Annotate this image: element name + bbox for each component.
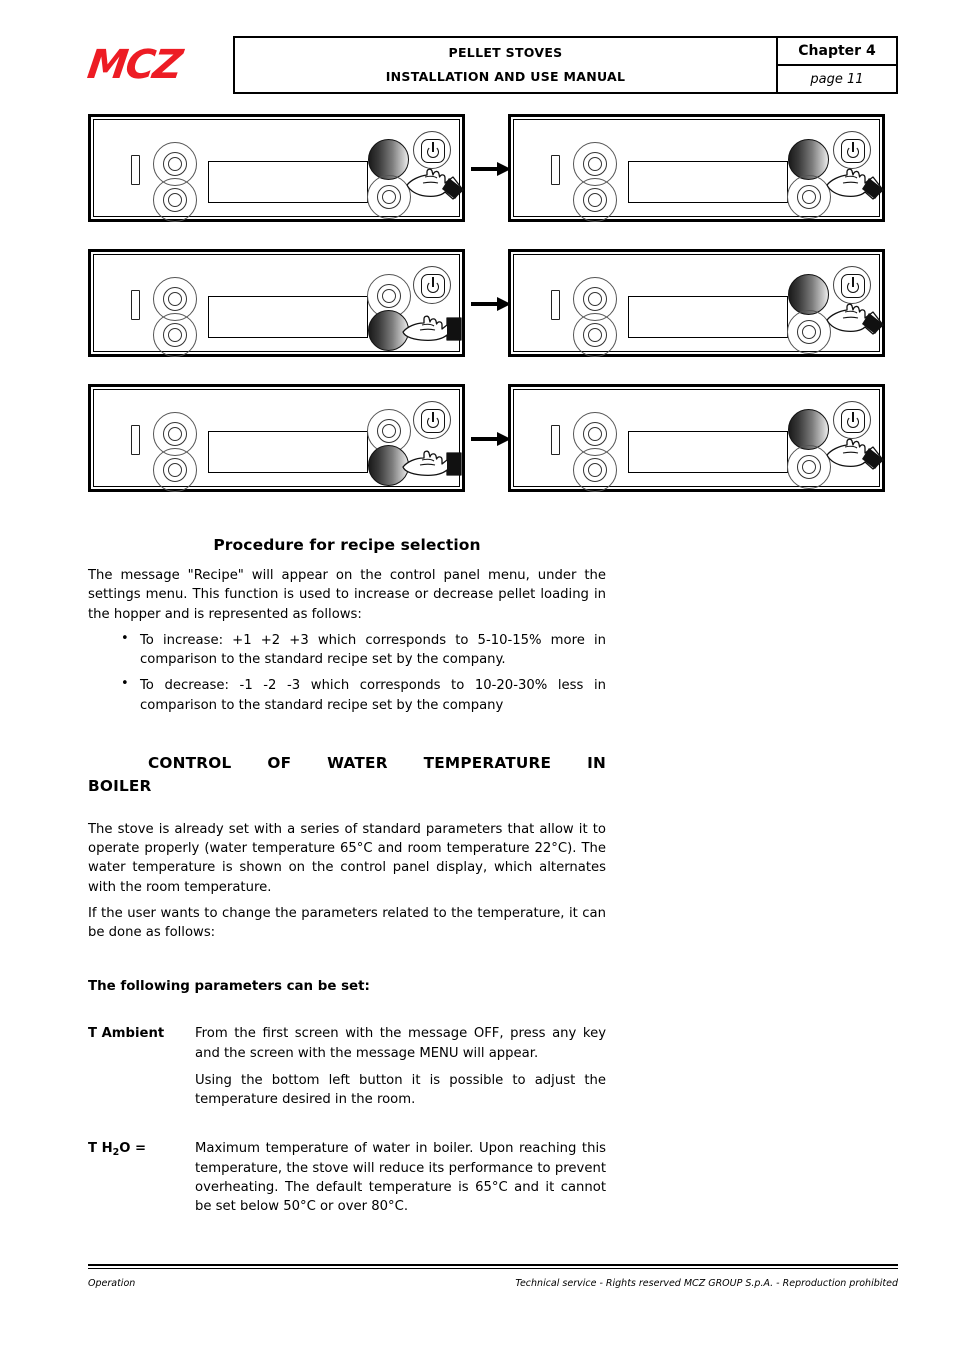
boiler-paragraph-2: If the user wants to change the paramete… <box>88 905 606 941</box>
parameter-line: Maximum temperature of water in boiler. … <box>195 1141 606 1215</box>
panel-display <box>208 296 368 338</box>
parameter-line: From the first screen with the message O… <box>195 1026 606 1061</box>
pointing-hand-icon <box>823 435 885 473</box>
control-panel <box>88 114 465 222</box>
list-item: To increase: +1 +2 +3 which corresponds … <box>121 630 606 670</box>
status-led-icon <box>551 155 560 185</box>
power-button-icon[interactable] <box>413 131 451 169</box>
pointing-hand-icon <box>823 165 885 203</box>
power-button-icon[interactable] <box>833 401 871 439</box>
parameter-row-t-h2o: T H2O = Maximum temperature of water in … <box>88 1139 606 1216</box>
document-page: MCZ PELLET STOVES INSTALLATION AND USE M… <box>0 0 954 1350</box>
header-titles: PELLET STOVES INSTALLATION AND USE MANUA… <box>235 38 776 92</box>
parameter-term-main: T H <box>88 1141 113 1157</box>
parameter-term-suffix: O = <box>119 1141 147 1157</box>
left-lower-button[interactable] <box>153 313 197 357</box>
list-item: To decrease: -1 -2 -3 which corresponds … <box>121 675 606 715</box>
recipe-heading: Procedure for recipe selection <box>213 536 481 554</box>
control-panel-diagrams <box>88 112 898 517</box>
panel-display <box>628 431 788 473</box>
parameter-term-subscript: 2 <box>112 1147 120 1159</box>
left-lower-button[interactable] <box>153 448 197 492</box>
panel-display <box>628 296 788 338</box>
left-lower-button[interactable] <box>573 448 617 492</box>
left-lower-button[interactable] <box>153 178 197 222</box>
control-panel <box>88 249 465 357</box>
boiler-heading-word: CONTROL <box>148 753 232 772</box>
recipe-intro: The message "Recipe" will appear on the … <box>88 568 606 622</box>
header-table: PELLET STOVES INSTALLATION AND USE MANUA… <box>233 36 898 94</box>
parameter-term: T Ambient <box>88 1026 165 1042</box>
left-lower-button[interactable] <box>573 178 617 222</box>
pointing-hand-icon <box>401 443 463 481</box>
boiler-heading: CONTROL OF WATER TEMPERATURE IN BOILER <box>88 752 606 798</box>
page-number: page 11 <box>810 71 864 87</box>
boiler-heading-word: TEMPERATURE <box>423 753 552 772</box>
power-button-icon[interactable] <box>833 266 871 304</box>
page-header: MCZ PELLET STOVES INSTALLATION AND USE M… <box>84 36 898 94</box>
pointing-hand-icon <box>403 165 465 203</box>
document-body: Procedure for recipe selection The messa… <box>88 536 606 1216</box>
boiler-paragraph-1: The stove is already set with a series o… <box>88 821 606 895</box>
diagram-row-1 <box>88 112 898 247</box>
right-arrow-icon <box>471 162 511 176</box>
recipe-bullet-list: To increase: +1 +2 +3 which corresponds … <box>88 630 606 715</box>
power-button-icon[interactable] <box>413 401 451 439</box>
boiler-heading-word: OF <box>267 753 292 772</box>
parameter-row-t-ambient: T Ambient From the first screen with the… <box>88 1024 606 1109</box>
status-led-icon <box>551 290 560 320</box>
panel-display <box>208 431 368 473</box>
control-panel <box>508 249 885 357</box>
control-panel <box>508 114 885 222</box>
status-led-icon <box>551 425 560 455</box>
header-title-line2: INSTALLATION AND USE MANUAL <box>385 69 626 84</box>
footer-right-text: Technical service - Rights reserved MCZ … <box>515 1278 898 1289</box>
status-led-icon <box>131 290 140 320</box>
header-side: Chapter 4 page 11 <box>776 38 896 92</box>
pointing-hand-icon <box>823 300 885 338</box>
parameter-line: Using the bottom left button it is possi… <box>195 1072 606 1108</box>
parameter-definition: Maximum temperature of water in boiler. … <box>195 1139 606 1216</box>
left-lower-button[interactable] <box>573 313 617 357</box>
mcz-logo: MCZ <box>84 42 184 88</box>
diagram-row-3 <box>88 382 898 517</box>
panel-display <box>628 161 788 203</box>
boiler-heading-word: WATER <box>327 753 388 772</box>
right-arrow-icon <box>471 432 511 446</box>
chapter-label: Chapter 4 <box>778 38 896 66</box>
footer-rule-bottom <box>88 1268 898 1269</box>
boiler-heading-word: IN <box>587 753 606 772</box>
power-button-icon[interactable] <box>413 266 451 304</box>
pointing-hand-icon <box>401 308 463 346</box>
power-button-icon[interactable] <box>833 131 871 169</box>
parameter-term: T H2O = <box>88 1139 195 1216</box>
header-title-line1: PELLET STOVES <box>448 45 563 61</box>
boiler-heading-line2: BOILER <box>88 776 152 795</box>
status-led-icon <box>131 155 140 185</box>
footer-rule-top <box>88 1264 898 1266</box>
right-arrow-icon <box>471 297 511 311</box>
status-led-icon <box>131 425 140 455</box>
diagram-row-2 <box>88 247 898 382</box>
control-panel <box>508 384 885 492</box>
logo-cell: MCZ <box>84 36 233 94</box>
footer-left-text: Operation <box>88 1278 136 1289</box>
page-footer: Operation Technical service - Rights res… <box>88 1264 898 1289</box>
parameter-definition: From the first screen with the message O… <box>195 1024 606 1109</box>
panel-display <box>208 161 368 203</box>
params-intro: The following parameters can be set: <box>88 979 370 995</box>
control-panel <box>88 384 465 492</box>
